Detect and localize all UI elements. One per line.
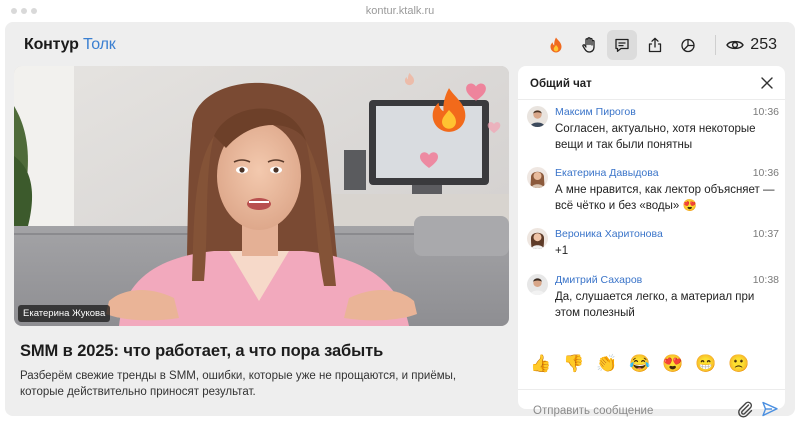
avatar[interactable] bbox=[527, 106, 548, 127]
chat-input-divider bbox=[518, 389, 785, 390]
speaker-name-tag: Екатерина Жукова bbox=[18, 305, 111, 322]
message-time: 10:36 bbox=[752, 106, 779, 118]
message-author[interactable]: Екатерина Давыдова bbox=[555, 167, 659, 179]
message-author[interactable]: Вероника Харитонова bbox=[555, 228, 663, 240]
toolbar-divider bbox=[715, 35, 717, 55]
chat-message-input[interactable] bbox=[533, 402, 723, 420]
close-icon bbox=[761, 77, 773, 89]
send-button[interactable] bbox=[760, 399, 780, 419]
poll-icon bbox=[681, 38, 695, 53]
chat-toggle-button[interactable] bbox=[607, 30, 638, 60]
quick-reactions-bar: 👍 👎 👏 😂 😍 😁 🙁 bbox=[530, 353, 750, 375]
heart-reaction-icon bbox=[487, 122, 501, 134]
fire-icon bbox=[550, 37, 562, 53]
fire-reaction-icon bbox=[404, 72, 415, 86]
logo-brand: Контур bbox=[24, 36, 79, 53]
browser-titlebar: kontur.ktalk.ru bbox=[5, 0, 795, 22]
laugh-reaction-button[interactable]: 😂 bbox=[629, 353, 651, 375]
fire-reaction-button[interactable] bbox=[541, 30, 571, 60]
avatar[interactable] bbox=[527, 167, 548, 188]
talk-description: Разберём свежие тренды в SMM, ошибки, ко… bbox=[20, 370, 457, 398]
message-text: Да, слушается легко, а материал при этом… bbox=[555, 291, 755, 319]
message-text: Согласен, актуально, хотя некоторые вещи… bbox=[555, 123, 756, 151]
webinar-app: Контур Толк 253 Екатерина Жукова SMM в 2… bbox=[5, 22, 795, 420]
chat-title: Общий чат bbox=[530, 78, 592, 90]
share-button[interactable] bbox=[640, 30, 670, 60]
fire-reaction-icon bbox=[432, 88, 466, 132]
logo-product: Толк bbox=[82, 36, 116, 53]
talk-title: SMM в 2025: что работает, а что пора заб… bbox=[20, 342, 384, 360]
chat-message: Дмитрий Сахаров 10:38 Да, слушается легк… bbox=[527, 274, 779, 322]
browser-window: kontur.ktalk.ru Контур Толк 253 Екатерин… bbox=[5, 0, 795, 423]
message-text: А мне нравится, как лектор объясняет — в… bbox=[555, 184, 775, 212]
chat-message: Екатерина Давыдова 10:36 А мне нравится,… bbox=[527, 167, 779, 215]
chat-header-divider bbox=[518, 99, 785, 100]
thumbs-down-reaction-button[interactable]: 👎 bbox=[563, 353, 585, 375]
message-time: 10:38 bbox=[752, 274, 779, 286]
app-logo[interactable]: Контур Толк bbox=[24, 36, 116, 54]
message-time: 10:37 bbox=[752, 228, 779, 240]
share-icon bbox=[649, 37, 662, 53]
thumbs-up-reaction-button[interactable]: 👍 bbox=[530, 353, 552, 375]
eye-icon bbox=[726, 40, 745, 50]
send-icon bbox=[762, 401, 778, 417]
attach-button[interactable] bbox=[735, 399, 755, 419]
heart-eyes-reaction-button[interactable]: 😍 bbox=[662, 353, 684, 375]
heart-reaction-icon bbox=[420, 152, 438, 168]
heart-reaction-icon bbox=[466, 83, 486, 101]
grin-reaction-button[interactable]: 😁 bbox=[695, 353, 717, 375]
message-author[interactable]: Максим Пирогов bbox=[555, 106, 636, 118]
chat-panel: Общий чат Максим Пирогов 10:36 Согласен,… bbox=[518, 66, 785, 420]
address-bar-url[interactable]: kontur.ktalk.ru bbox=[5, 5, 795, 17]
paperclip-icon bbox=[738, 401, 753, 418]
chat-icon bbox=[615, 38, 629, 52]
message-time: 10:36 bbox=[752, 167, 779, 179]
poll-button[interactable] bbox=[673, 30, 703, 60]
message-text: +1 bbox=[555, 245, 569, 257]
video-player[interactable]: Екатерина Жукова bbox=[14, 66, 509, 326]
frown-reaction-button[interactable]: 🙁 bbox=[728, 353, 750, 375]
clap-reaction-button[interactable]: 👏 bbox=[596, 353, 618, 375]
viewer-count: 253 bbox=[750, 36, 777, 53]
raise-hand-icon bbox=[582, 37, 595, 53]
chat-message: Максим Пирогов 10:36 Согласен, актуально… bbox=[527, 106, 779, 154]
raise-hand-button[interactable] bbox=[574, 30, 604, 60]
viewer-counter: 253 bbox=[726, 36, 777, 54]
chat-message: Вероника Харитонова 10:37 +1 bbox=[527, 228, 779, 260]
avatar[interactable] bbox=[527, 274, 548, 295]
message-author[interactable]: Дмитрий Сахаров bbox=[555, 274, 642, 286]
avatar[interactable] bbox=[527, 228, 548, 249]
chat-close-button[interactable] bbox=[758, 74, 776, 92]
header-toolbar: 253 bbox=[538, 30, 777, 60]
